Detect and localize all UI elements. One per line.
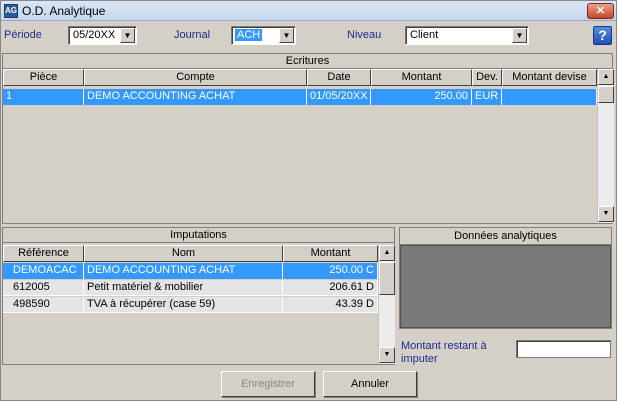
imputations-title: Imputations bbox=[3, 228, 394, 243]
annuler-button[interactable]: Annuler bbox=[323, 371, 417, 397]
niveau-label: Niveau bbox=[347, 29, 382, 41]
scroll-up-icon[interactable]: ▲ bbox=[379, 245, 395, 261]
od-analytique-window: AG O.D. Analytique ✕ Période 05/20XX ▼ J… bbox=[0, 0, 617, 401]
col-compte[interactable]: Compte bbox=[84, 69, 307, 86]
chevron-down-icon[interactable]: ▼ bbox=[120, 28, 135, 43]
niveau-value: Client bbox=[410, 29, 439, 41]
col-date[interactable]: Date bbox=[307, 69, 371, 86]
nom-cell: Petit matériel & mobilier bbox=[84, 280, 283, 296]
chevron-down-icon[interactable]: ▼ bbox=[279, 28, 294, 43]
dev-cell: EUR bbox=[472, 89, 502, 105]
table-row[interactable]: 498590 TVA à récupérer (case 59) 43.39 D bbox=[3, 297, 378, 313]
help-icon[interactable]: ? bbox=[593, 26, 612, 45]
nom-cell: DEMO ACCOUNTING ACHAT bbox=[84, 263, 283, 279]
col-reference[interactable]: Référence bbox=[3, 245, 84, 262]
piece-cell: 1 bbox=[3, 89, 84, 105]
title-bar: AG O.D. Analytique ✕ bbox=[1, 1, 616, 21]
montant-restant-label: Montant restant à imputer bbox=[401, 340, 487, 366]
imputations-grid: Référence Nom Montant DEMOACAC DEMO ACCO… bbox=[3, 243, 378, 364]
montant-restant-label-line2: imputer bbox=[401, 353, 438, 365]
nom-cell: TVA à récupérer (case 59) bbox=[84, 297, 283, 313]
enregistrer-button[interactable]: Enregistrer bbox=[221, 371, 315, 397]
ecritures-grid: Pièce Compte Date Montant Dev. Montant d… bbox=[3, 69, 597, 223]
ecritures-title: Ecritures bbox=[3, 54, 612, 69]
col-montant-devise[interactable]: Montant devise bbox=[502, 69, 597, 86]
donnees-content bbox=[400, 245, 611, 328]
imputations-scrollbar[interactable]: ▲ ▼ bbox=[378, 245, 395, 364]
montant-restant-field[interactable] bbox=[516, 340, 611, 358]
imputations-panel: Imputations Référence Nom Montant DEMOAC… bbox=[2, 227, 395, 365]
reference-cell: DEMOACAC bbox=[3, 263, 84, 279]
close-button[interactable]: ✕ bbox=[587, 3, 614, 19]
niveau-select[interactable]: Client ▼ bbox=[405, 26, 529, 45]
scroll-down-icon[interactable]: ▼ bbox=[598, 206, 614, 222]
compte-cell: DEMO ACCOUNTING ACHAT bbox=[84, 89, 307, 105]
reference-cell: 498590 bbox=[3, 297, 84, 313]
journal-value: ACH bbox=[235, 29, 263, 41]
periode-select[interactable]: 05/20XX ▼ bbox=[68, 26, 137, 45]
donnees-title: Données analytiques bbox=[400, 228, 611, 245]
montant-cell: 206.61 D bbox=[283, 280, 378, 296]
montant-cell: 250.00 bbox=[371, 89, 472, 105]
journal-select[interactable]: ACH ▼ bbox=[231, 26, 296, 45]
col-nom[interactable]: Nom bbox=[84, 245, 283, 262]
montant-devise-cell bbox=[502, 89, 597, 105]
col-piece[interactable]: Pièce bbox=[3, 69, 84, 86]
col-montant-imputation[interactable]: Montant bbox=[283, 245, 378, 262]
ecritures-scrollbar[interactable]: ▲ ▼ bbox=[597, 69, 614, 223]
app-logo-icon: AG bbox=[4, 4, 18, 18]
table-row[interactable]: DEMOACAC DEMO ACCOUNTING ACHAT 250.00 C bbox=[3, 263, 378, 279]
ecritures-panel: Ecritures Pièce Compte Date Montant Dev.… bbox=[2, 53, 614, 224]
scroll-down-icon[interactable]: ▼ bbox=[379, 347, 395, 363]
window-title: O.D. Analytique bbox=[22, 4, 106, 18]
periode-value: 05/20XX bbox=[73, 29, 116, 41]
col-dev[interactable]: Dev. bbox=[472, 69, 502, 86]
chevron-down-icon[interactable]: ▼ bbox=[512, 28, 527, 43]
journal-label: Journal bbox=[174, 29, 211, 41]
scroll-up-icon[interactable]: ▲ bbox=[598, 69, 614, 85]
montant-cell: 250.00 C bbox=[283, 263, 378, 279]
date-cell: 01/05/20XX bbox=[307, 89, 371, 105]
col-montant[interactable]: Montant bbox=[371, 69, 472, 86]
table-row[interactable]: 1 DEMO ACCOUNTING ACHAT 01/05/20XX 250.0… bbox=[3, 89, 597, 105]
scroll-thumb[interactable] bbox=[379, 262, 395, 295]
donnees-analytiques-panel: Données analytiques bbox=[399, 227, 612, 329]
scroll-thumb[interactable] bbox=[598, 86, 614, 103]
periode-label: Période bbox=[4, 29, 42, 41]
table-row[interactable]: 612005 Petit matériel & mobilier 206.61 … bbox=[3, 280, 378, 296]
montant-restant-label-line1: Montant restant à bbox=[401, 340, 487, 352]
montant-cell: 43.39 D bbox=[283, 297, 378, 313]
reference-cell: 612005 bbox=[3, 280, 84, 296]
